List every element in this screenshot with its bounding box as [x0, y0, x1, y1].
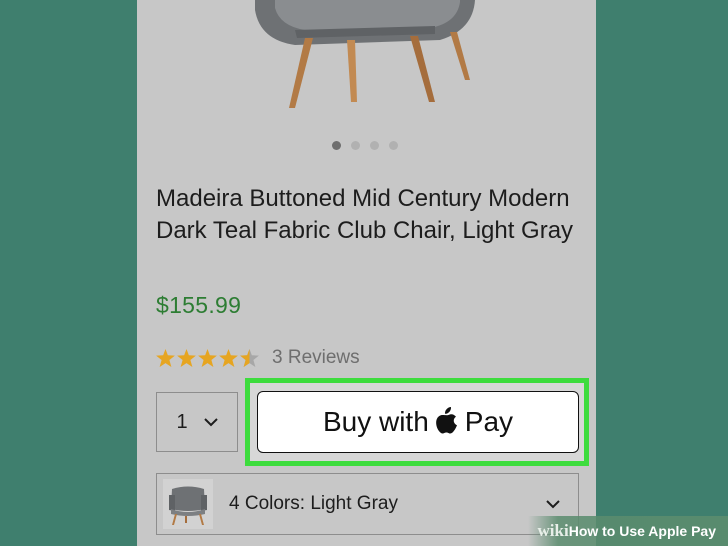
- chevron-down-icon: [546, 499, 560, 508]
- buy-with-apple-pay-button[interactable]: Buy with Pay: [257, 391, 579, 453]
- chevron-down-icon: [203, 417, 218, 426]
- carousel-dot[interactable]: [351, 141, 360, 150]
- star-icon: [219, 349, 238, 367]
- image-carousel-dots[interactable]: [332, 141, 398, 150]
- buy-button-label: Buy with: [322, 406, 429, 437]
- star-icon: [198, 349, 217, 367]
- product-image[interactable]: [235, 0, 495, 120]
- watermark: wiki How to Use Apple Pay: [527, 516, 728, 546]
- apple-logo-icon: [435, 406, 457, 433]
- product-price: $155.99: [156, 292, 242, 318]
- screen: Madeira Buttoned Mid Century Modern Dark…: [0, 0, 728, 546]
- product-title: Madeira Buttoned Mid Century Modern Dark…: [156, 185, 574, 244]
- star-icon: [156, 349, 175, 367]
- star-icon: [177, 349, 196, 367]
- color-selector[interactable]: 4 Colors: Light Gray: [156, 473, 579, 535]
- color-thumbnail: [163, 479, 213, 529]
- reviews-link[interactable]: 3 Reviews: [272, 347, 360, 369]
- carousel-dot[interactable]: [389, 141, 398, 150]
- selected-color: Light Gray: [310, 493, 398, 514]
- product-page: Madeira Buttoned Mid Century Modern Dark…: [137, 0, 596, 546]
- quantity-select[interactable]: 1: [156, 392, 238, 452]
- colors-count: 4 Colors:: [229, 493, 306, 514]
- watermark-text: How to Use Apple Pay: [568, 523, 716, 539]
- star-rating: [156, 349, 259, 367]
- buy-button-pay-label: Pay: [464, 406, 514, 437]
- color-selector-label: 4 Colors: Light Gray: [229, 493, 546, 515]
- quantity-value: 1: [176, 410, 188, 433]
- carousel-dot[interactable]: [332, 141, 341, 150]
- rating-row[interactable]: 3 Reviews: [156, 347, 360, 369]
- carousel-dot[interactable]: [370, 141, 379, 150]
- watermark-brand: wiki: [537, 521, 569, 540]
- half-star-icon: [240, 349, 259, 367]
